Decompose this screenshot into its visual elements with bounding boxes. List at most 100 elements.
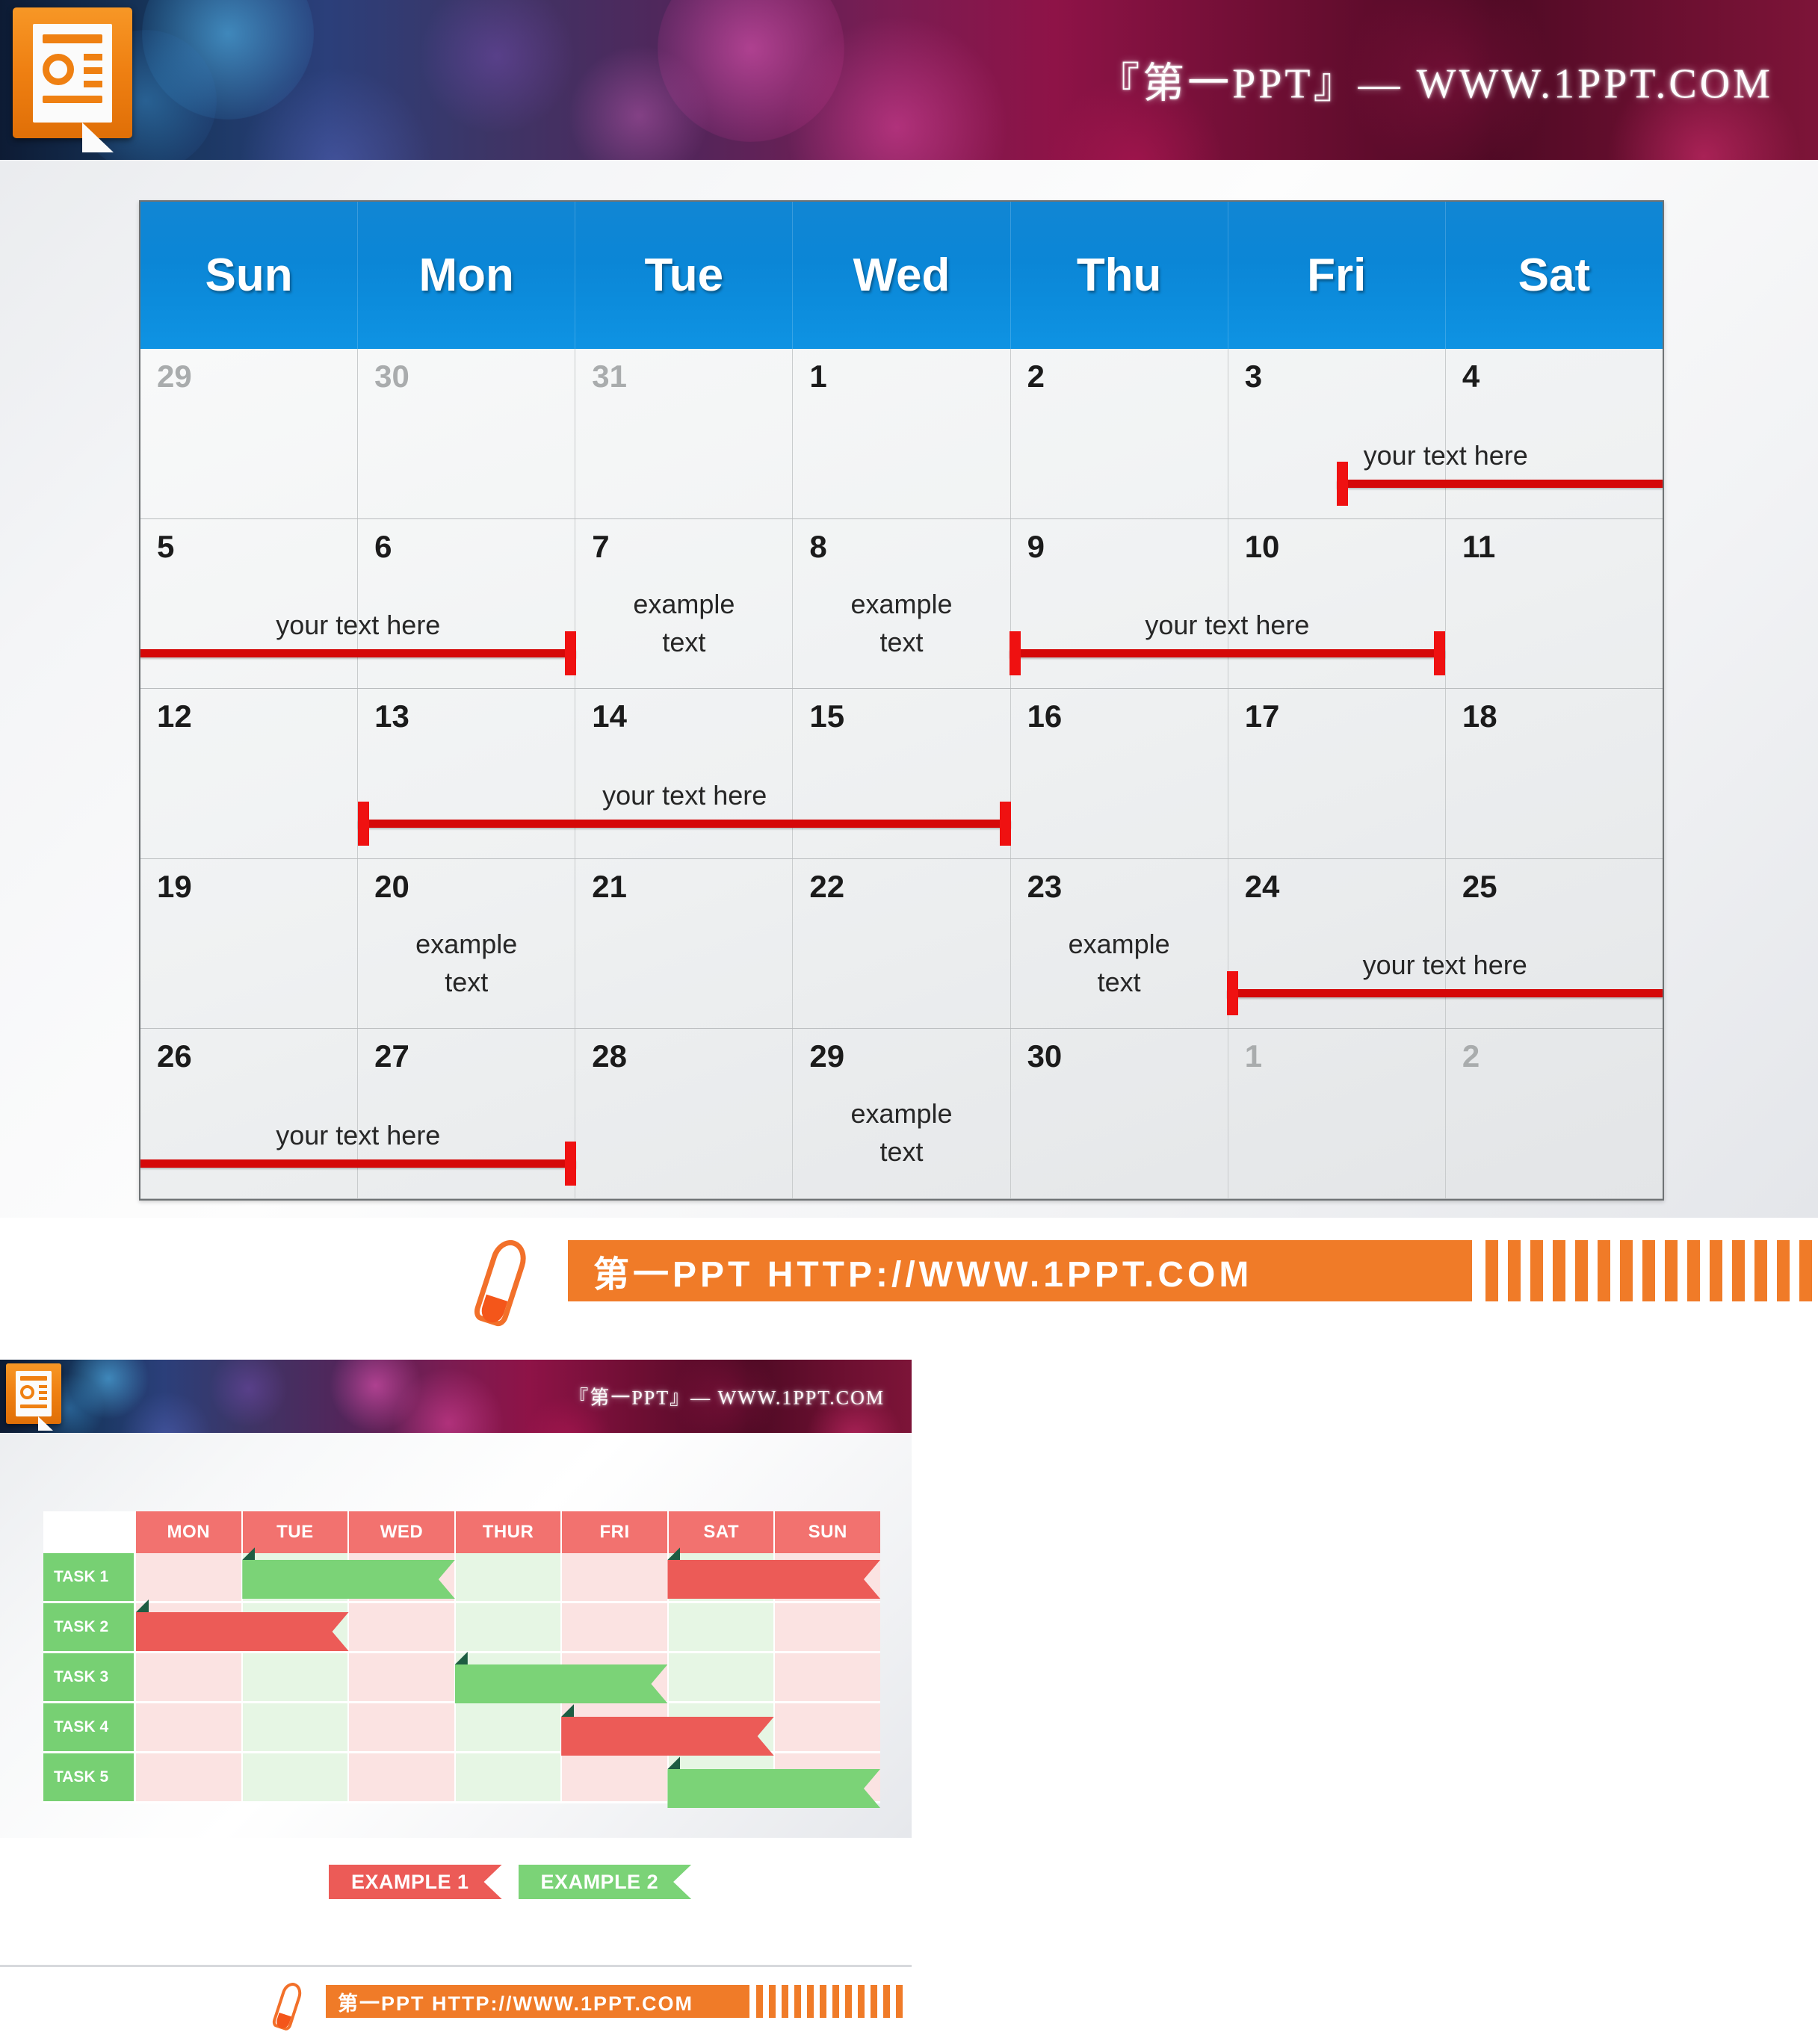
gantt-cell[interactable] (775, 1553, 881, 1601)
calendar-day-cell[interactable]: 6 (358, 518, 576, 689)
gantt-header-row: MON TUE WED THUR FRI SAT SUN (43, 1511, 881, 1553)
calendar-day-cell[interactable]: 27 (358, 1029, 576, 1198)
calendar-day-number: 15 (809, 699, 845, 734)
gantt-cell[interactable] (455, 1603, 563, 1651)
gantt-cell[interactable] (562, 1703, 669, 1751)
gantt-cell[interactable] (775, 1653, 881, 1701)
calendar-day-cell[interactable]: 23 example text (1011, 858, 1228, 1029)
gantt-cell[interactable] (136, 1753, 243, 1801)
calendar-day-cell[interactable]: 14 (575, 689, 794, 858)
calendar-day-cell[interactable]: 5 (140, 518, 359, 689)
gantt-cell[interactable] (349, 1653, 456, 1701)
gantt-cell[interactable] (775, 1703, 881, 1751)
brand-banner-text: 『第一PPT』— WWW.1PPT.COM (1098, 61, 1773, 108)
calendar-day-cell[interactable]: 2 (1011, 349, 1228, 518)
calendar-day-cell[interactable]: 2 (1446, 1029, 1663, 1198)
calendar-day-number: 22 (809, 868, 845, 904)
calendar-day-cell[interactable]: 9 (1011, 518, 1228, 689)
calendar-day-cell[interactable]: 31 (575, 349, 794, 518)
gantt-column-header-tue: TUE (242, 1511, 350, 1553)
calendar-day-cell[interactable]: 22 (793, 858, 1011, 1029)
gantt-cell[interactable] (562, 1753, 669, 1801)
gantt-task-row: TASK 5 (43, 1753, 881, 1803)
weekday-header-sun: Sun (140, 202, 359, 349)
gantt-cell[interactable] (668, 1653, 776, 1701)
brand-banner-text-small: 『第一PPT』— WWW.1PPT.COM (569, 1387, 885, 1409)
gantt-cell[interactable] (668, 1753, 776, 1801)
gantt-cell[interactable] (242, 1653, 350, 1701)
calendar-day-number: 7 (592, 528, 610, 564)
calendar-day-number: 6 (374, 528, 392, 564)
calendar-day-cell[interactable]: 19 (140, 858, 359, 1029)
calendar-day-cell[interactable]: 1 (793, 349, 1011, 518)
legend-chip[interactable]: EXAMPLE 1 (329, 1865, 502, 1899)
calendar-day-number: 21 (592, 868, 627, 904)
slide-calendar: 『第一PPT』— WWW.1PPT.COM Sun Mon Tue Wed Th… (0, 0, 1818, 1360)
calendar-day-cell[interactable]: 30 (358, 349, 576, 518)
calendar-day-cell[interactable]: 4 (1446, 349, 1663, 518)
gantt-task-label[interactable]: TASK 5 (43, 1753, 136, 1801)
gantt-cell[interactable] (455, 1703, 563, 1751)
gantt-column-header-sun: SUN (775, 1511, 881, 1553)
gantt-cell[interactable] (668, 1553, 776, 1601)
gantt-cell[interactable] (668, 1603, 776, 1651)
calendar-day-cell[interactable]: 29 example text (793, 1029, 1011, 1198)
gantt-cell[interactable] (242, 1703, 350, 1751)
gantt-cell[interactable] (242, 1603, 350, 1651)
calendar-day-cell[interactable]: 3 (1228, 349, 1446, 518)
gantt-cell[interactable] (562, 1553, 669, 1601)
gantt-cell[interactable] (455, 1753, 563, 1801)
calendar-day-cell[interactable]: 1 (1228, 1029, 1446, 1198)
gantt-cell[interactable] (775, 1753, 881, 1801)
calendar-day-cell[interactable]: 8 example text (793, 518, 1011, 689)
gantt-task-row: TASK 3 (43, 1653, 881, 1703)
footer-url-text-small: 第一PPT HTTP://WWW.1PPT.COM (338, 1992, 693, 2015)
calendar-day-cell[interactable]: 30 (1011, 1029, 1228, 1198)
calendar-day-number: 9 (1027, 528, 1045, 564)
gantt-cell[interactable] (136, 1653, 243, 1701)
legend-chip[interactable]: EXAMPLE 2 (519, 1865, 692, 1899)
gantt-cell[interactable] (349, 1753, 456, 1801)
pen-icon (270, 1980, 305, 2032)
gantt-task-label[interactable]: TASK 1 (43, 1553, 136, 1601)
calendar-day-cell[interactable]: 16 (1011, 689, 1228, 858)
calendar-day-cell[interactable]: 24 (1228, 858, 1446, 1029)
calendar-day-cell[interactable]: 28 (575, 1029, 794, 1198)
calendar-day-cell[interactable]: 11 (1446, 519, 1663, 689)
calendar-day-cell[interactable]: 15 (793, 689, 1011, 858)
calendar-day-cell[interactable]: 26 (140, 1029, 359, 1198)
gantt-cell[interactable] (562, 1603, 669, 1651)
gantt-cell[interactable] (775, 1603, 881, 1651)
gantt-cell[interactable] (349, 1553, 456, 1601)
gantt-task-label[interactable]: TASK 2 (43, 1603, 136, 1651)
gantt-cell[interactable] (349, 1603, 456, 1651)
calendar-day-cell[interactable]: 29 (140, 349, 359, 518)
gantt-cell[interactable] (136, 1553, 243, 1601)
calendar-day-number: 2 (1027, 359, 1045, 394)
gantt-cell[interactable] (562, 1653, 669, 1701)
powerpoint-file-icon (13, 7, 132, 152)
gantt-task-label[interactable]: TASK 4 (43, 1703, 136, 1751)
calendar-day-cell[interactable]: 13 (358, 689, 576, 858)
calendar-day-number: 28 (592, 1038, 627, 1074)
gantt-cell[interactable] (349, 1703, 456, 1751)
calendar-day-cell[interactable]: 18 (1446, 689, 1663, 858)
calendar-day-cell[interactable]: 20 example text (358, 858, 576, 1029)
gantt-cell[interactable] (136, 1703, 243, 1751)
gantt-task-label[interactable]: TASK 3 (43, 1653, 136, 1701)
calendar-day-cell[interactable]: 10 (1228, 518, 1446, 689)
calendar-day-cell[interactable]: 17 (1228, 689, 1446, 858)
bokeh-circle (418, 0, 575, 134)
calendar-day-cell[interactable]: 21 (575, 858, 794, 1029)
calendar-day-note: example text (850, 1098, 953, 1168)
gantt-cell[interactable] (136, 1603, 243, 1651)
gantt-cell[interactable] (242, 1553, 350, 1601)
gantt-cell[interactable] (455, 1653, 563, 1701)
calendar-day-cell[interactable]: 12 (140, 689, 359, 858)
calendar-day-number: 31 (592, 359, 627, 394)
gantt-cell[interactable] (668, 1703, 776, 1751)
gantt-cell[interactable] (242, 1753, 350, 1801)
gantt-cell[interactable] (455, 1553, 563, 1601)
calendar-day-cell[interactable]: 7 example text (575, 518, 794, 689)
calendar-day-cell[interactable]: 25 (1446, 859, 1663, 1029)
